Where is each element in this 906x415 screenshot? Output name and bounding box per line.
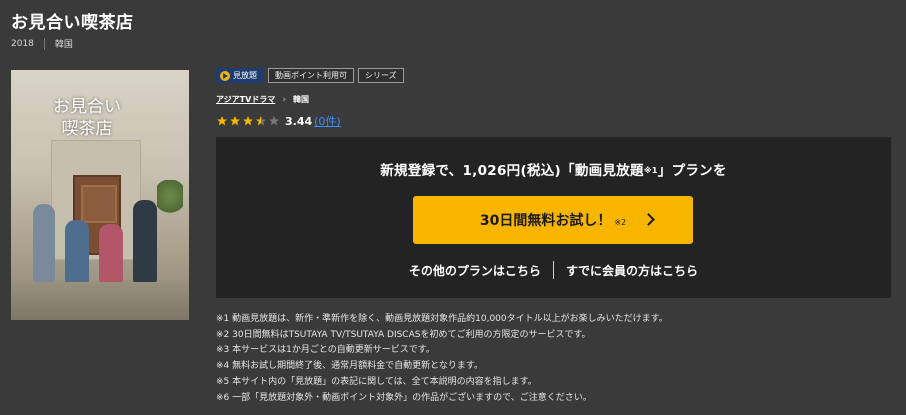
footnote: ※5 本サイト内の「見放題」の表記に関しては、全て本説明の内容を指します。: [216, 376, 537, 387]
star-icon: [243, 116, 253, 126]
title-meta: 2018 韓国: [11, 37, 73, 50]
rating-score: 3.44: [285, 114, 313, 128]
footnotes: ※1 動画見放題は、新作・準新作を除く、動画見放題対象作品約10,000タイトル…: [216, 312, 668, 406]
breadcrumb-country: 韓国: [293, 95, 310, 104]
poster-person: [133, 200, 157, 282]
poster-title-line: 喫茶店: [61, 119, 113, 139]
footnote: ※3 本サービスは1か月ごとの自動更新サービスです。: [216, 345, 435, 356]
footnote: ※2 30日間無料はTSUTAYA TV/TSUTAYA DISCASを初めてご…: [216, 329, 591, 340]
poster-image[interactable]: お見合い 喫茶店: [11, 70, 189, 320]
headline-note: ※1: [643, 166, 658, 175]
points-badge: 動画ポイント利用可: [268, 68, 354, 83]
chevron-right-icon: ›: [282, 94, 287, 105]
poster-title-line: お見合い: [53, 97, 121, 117]
breadcrumb-genre-link[interactable]: アジアTVドラマ: [216, 94, 275, 105]
poster-ground: [11, 280, 189, 320]
star-icon: [217, 116, 227, 126]
country-label: 韓国: [54, 40, 73, 50]
free-trial-label: 30日間無料お試し！: [479, 213, 612, 229]
star-empty-icon: [269, 116, 279, 126]
page-title: お見合い喫茶店: [11, 13, 134, 33]
poster-cast: [25, 182, 175, 282]
free-trial-note: ※2: [614, 217, 627, 227]
signup-headline: 新規登録で、1,026円(税込)「動画見放題※1」プランを: [216, 159, 891, 179]
review-count-link[interactable]: (0件): [314, 113, 341, 129]
plan-links: その他のプランはこちら すでに会員の方はこちら: [216, 261, 891, 279]
play-circle-icon: [220, 70, 230, 81]
member-login-link[interactable]: すでに会員の方はこちら: [566, 262, 698, 279]
free-trial-button[interactable]: 30日間無料お試し！ ※2: [413, 196, 693, 244]
poster-title: お見合い 喫茶店: [53, 96, 121, 140]
meta-divider: [43, 37, 45, 50]
star-half-icon: [256, 116, 266, 126]
headline-text: 新規登録で、1,026円(税込)「動画見放題: [380, 163, 644, 179]
release-year: 2018: [11, 38, 34, 49]
footnote: ※6 一部「見放題対象外・動画ポイント対象外」の作品がございますので、ご注意くだ…: [216, 392, 592, 403]
unlimited-badge-label: 見放題: [233, 71, 257, 80]
chevron-right-icon: [642, 213, 655, 226]
poster-person: [99, 224, 123, 282]
signup-panel: 新規登録で、1,026円(税込)「動画見放題※1」プランを 30日間無料お試し！…: [216, 137, 891, 298]
links-divider: [552, 261, 554, 279]
rating: 3.44 (0件): [216, 113, 341, 129]
footnote: ※4 無料お試し期間終了後、通常月額料金で自動更新となります。: [216, 361, 483, 372]
breadcrumb: アジアTVドラマ › 韓国: [216, 94, 309, 105]
headline-tail: 」プランを: [657, 163, 727, 179]
star-icon: [230, 116, 240, 126]
poster-person: [33, 204, 55, 282]
star-rating: [216, 115, 280, 127]
series-badge: シリーズ: [358, 68, 404, 83]
badge-row: 見放題 動画ポイント利用可 シリーズ: [216, 68, 404, 83]
other-plans-link[interactable]: その他のプランはこちら: [409, 262, 541, 279]
footnote: ※1 動画見放題は、新作・準新作を除く、動画見放題対象作品約10,000タイトル…: [216, 314, 668, 324]
unlimited-badge: 見放題: [216, 68, 264, 83]
poster-person: [65, 220, 89, 282]
